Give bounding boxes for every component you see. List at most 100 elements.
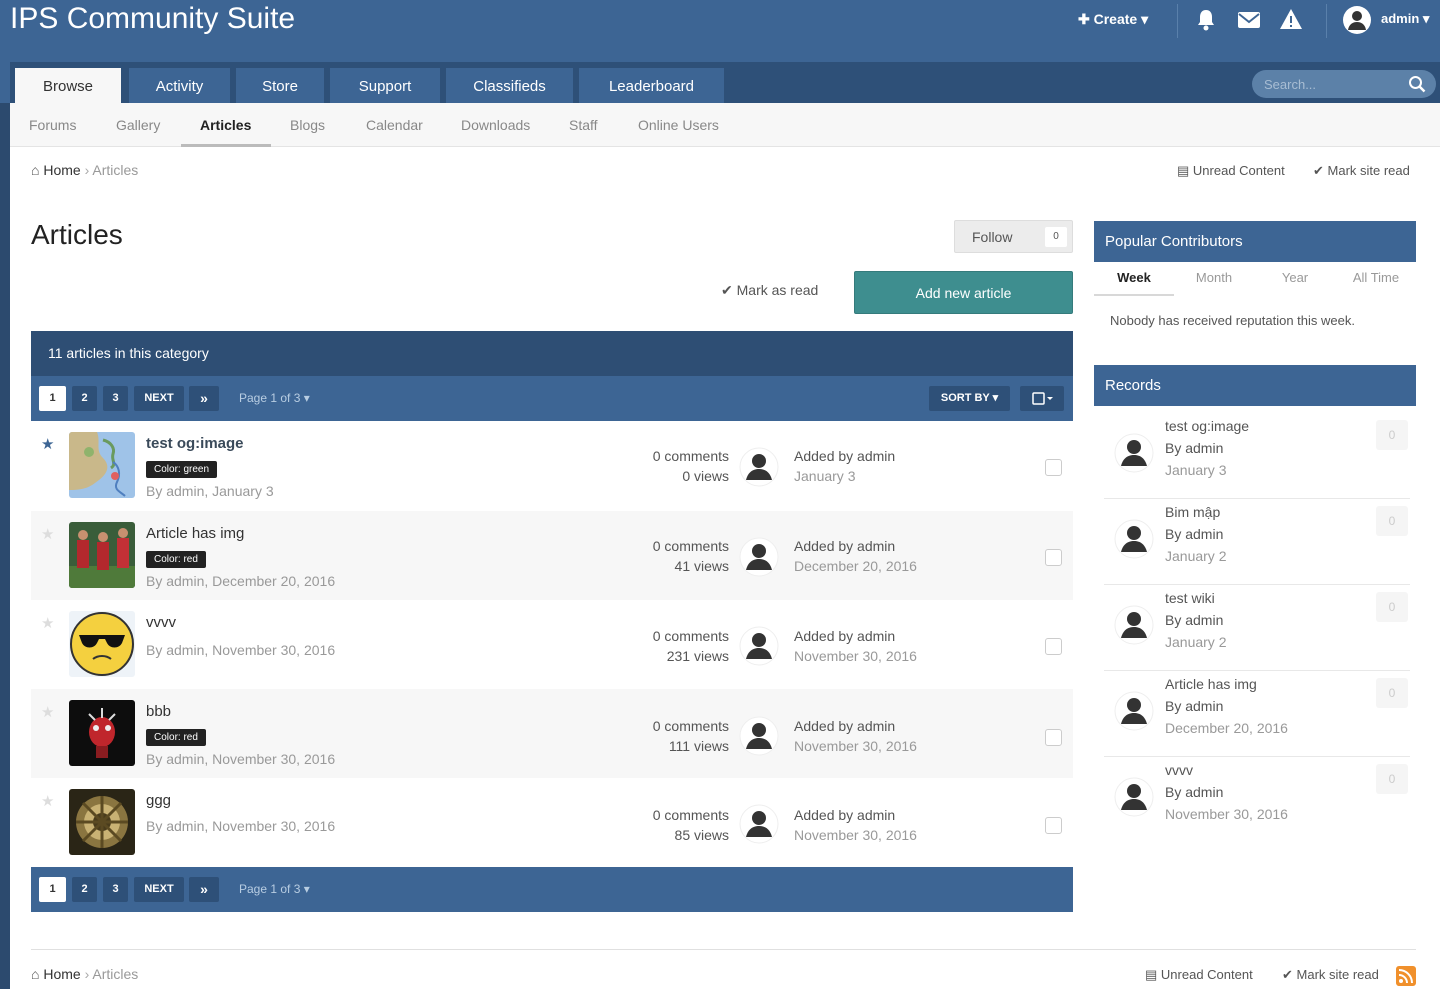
- tab-month[interactable]: Month: [1174, 260, 1254, 296]
- record-title[interactable]: vvvv: [1165, 762, 1193, 778]
- author-avatar[interactable]: [1114, 777, 1154, 817]
- mark-site-read-link[interactable]: ✔ Mark site read: [1313, 163, 1410, 179]
- last-page-button[interactable]: »: [189, 877, 219, 902]
- breadcrumb-home[interactable]: Home: [43, 966, 80, 982]
- follow-button[interactable]: Follow 0: [954, 220, 1073, 253]
- envelope-icon[interactable]: [1237, 10, 1261, 30]
- article-thumbnail[interactable]: [69, 700, 135, 766]
- row-checkbox[interactable]: [1045, 549, 1062, 566]
- author-avatar[interactable]: [739, 626, 779, 666]
- article-row[interactable]: ★ bbb Color: red By admin, November 30, …: [31, 689, 1073, 778]
- tab-classifieds[interactable]: Classifieds: [446, 68, 573, 103]
- page-3-button[interactable]: 3: [103, 877, 128, 902]
- record-item[interactable]: Article has img By admin December 20, 20…: [1104, 671, 1410, 757]
- record-item[interactable]: vvvv By admin November 30, 2016 0: [1104, 757, 1410, 843]
- article-thumbnail[interactable]: [69, 611, 135, 677]
- added-by: Added by admin: [794, 448, 896, 464]
- unread-content-link[interactable]: ▤ Unread Content: [1177, 163, 1285, 179]
- article-thumbnail[interactable]: [69, 432, 135, 498]
- author-avatar[interactable]: [739, 716, 779, 756]
- tab-browse[interactable]: Browse: [15, 68, 121, 103]
- page-2-button[interactable]: 2: [72, 877, 97, 902]
- site-title[interactable]: IPS Community Suite: [10, 2, 295, 36]
- added-date: December 20, 2016: [794, 558, 917, 574]
- subnav-calendar[interactable]: Calendar: [366, 103, 423, 147]
- record-item[interactable]: test og:image By admin January 3 0: [1104, 413, 1410, 499]
- tab-store[interactable]: Store: [236, 68, 324, 103]
- warning-icon[interactable]: [1279, 8, 1303, 30]
- tab-week[interactable]: Week: [1094, 260, 1174, 296]
- record-title[interactable]: Bim mập: [1165, 504, 1220, 520]
- article-title[interactable]: bbb: [146, 703, 171, 720]
- author-avatar[interactable]: [1114, 433, 1154, 473]
- page-3-button[interactable]: 3: [103, 386, 128, 411]
- article-title[interactable]: Article has img: [146, 525, 244, 542]
- record-author: By admin: [1165, 612, 1224, 628]
- record-title[interactable]: Article has img: [1165, 676, 1257, 692]
- search-icon[interactable]: [1408, 75, 1426, 93]
- author-avatar[interactable]: [739, 447, 779, 487]
- article-title[interactable]: test og:image: [146, 435, 244, 452]
- subnav-forums[interactable]: Forums: [29, 103, 76, 147]
- featured-star-icon: ★: [41, 436, 55, 453]
- record-title[interactable]: test wiki: [1165, 590, 1215, 606]
- footer-mark-site-read-link[interactable]: ✔ Mark site read: [1282, 967, 1379, 983]
- row-checkbox[interactable]: [1045, 459, 1062, 476]
- tab-leaderboard[interactable]: Leaderboard: [579, 68, 724, 103]
- pagination-top: 1 2 3 NEXT » Page 1 of 3 ▾ SORT BY ▾: [31, 376, 1073, 421]
- sort-by-button[interactable]: SORT BY ▾: [929, 386, 1010, 411]
- last-page-button[interactable]: »: [189, 386, 219, 411]
- record-author: By admin: [1165, 440, 1224, 456]
- author-avatar[interactable]: [739, 537, 779, 577]
- plus-icon: ✚: [1078, 11, 1094, 27]
- article-thumbnail[interactable]: [69, 789, 135, 855]
- footer-unread-link[interactable]: ▤ Unread Content: [1145, 967, 1253, 983]
- author-avatar[interactable]: [1114, 519, 1154, 559]
- tab-activity[interactable]: Activity: [129, 68, 230, 103]
- page-1-button[interactable]: 1: [39, 386, 66, 411]
- user-menu[interactable]: admin ▾: [1381, 11, 1429, 27]
- page-2-button[interactable]: 2: [72, 386, 97, 411]
- record-item[interactable]: Bim mập By admin January 2 0: [1104, 499, 1410, 585]
- article-title[interactable]: ggg: [146, 792, 171, 809]
- page-info[interactable]: Page 1 of 3 ▾: [239, 391, 310, 405]
- breadcrumb-home[interactable]: Home: [43, 162, 80, 178]
- subnav-blogs[interactable]: Blogs: [290, 103, 325, 147]
- article-row[interactable]: ★ Article has img Color: red By admin, D…: [31, 511, 1073, 600]
- subnav-staff[interactable]: Staff: [569, 103, 598, 147]
- tab-all-time[interactable]: All Time: [1336, 260, 1416, 296]
- row-checkbox[interactable]: [1045, 817, 1062, 834]
- article-row[interactable]: ★ vvvv By admin, November 30, 2016 0 com…: [31, 600, 1073, 689]
- author-avatar[interactable]: [1114, 691, 1154, 731]
- subnav-downloads[interactable]: Downloads: [461, 103, 530, 147]
- page-1-button[interactable]: 1: [39, 877, 66, 902]
- cool-emoji-image: [70, 612, 134, 676]
- search-input[interactable]: [1264, 74, 1404, 94]
- mark-as-read-link[interactable]: ✔ Mark as read: [721, 282, 818, 299]
- subnav-gallery[interactable]: Gallery: [116, 103, 160, 147]
- row-checkbox[interactable]: [1045, 729, 1062, 746]
- bell-icon[interactable]: [1195, 8, 1217, 32]
- article-title[interactable]: vvvv: [146, 614, 176, 631]
- article-thumbnail[interactable]: [69, 522, 135, 588]
- subnav-online-users[interactable]: Online Users: [638, 103, 719, 147]
- article-row[interactable]: ★ ggg By admin, November 30, 2016 0 comm…: [31, 778, 1073, 867]
- author-avatar[interactable]: [739, 804, 779, 844]
- row-checkbox[interactable]: [1045, 638, 1062, 655]
- record-title[interactable]: test og:image: [1165, 418, 1249, 434]
- added-by: Added by admin: [794, 628, 896, 644]
- select-menu-button[interactable]: [1020, 386, 1064, 411]
- tab-year[interactable]: Year: [1254, 260, 1336, 296]
- next-page-button[interactable]: NEXT: [134, 877, 184, 902]
- author-avatar[interactable]: [1114, 605, 1154, 645]
- user-avatar[interactable]: [1342, 5, 1372, 35]
- subnav-articles[interactable]: Articles: [200, 103, 251, 147]
- rss-icon[interactable]: [1396, 966, 1416, 986]
- create-button[interactable]: ✚ Create ▾: [1078, 11, 1148, 28]
- record-item[interactable]: test wiki By admin January 2 0: [1104, 585, 1410, 671]
- page-info[interactable]: Page 1 of 3 ▾: [239, 882, 310, 896]
- add-new-article-button[interactable]: Add new article: [854, 271, 1073, 314]
- next-page-button[interactable]: NEXT: [134, 386, 184, 411]
- tab-support[interactable]: Support: [330, 68, 440, 103]
- article-row[interactable]: ★ test og:image Color: green By admin, J…: [31, 421, 1073, 510]
